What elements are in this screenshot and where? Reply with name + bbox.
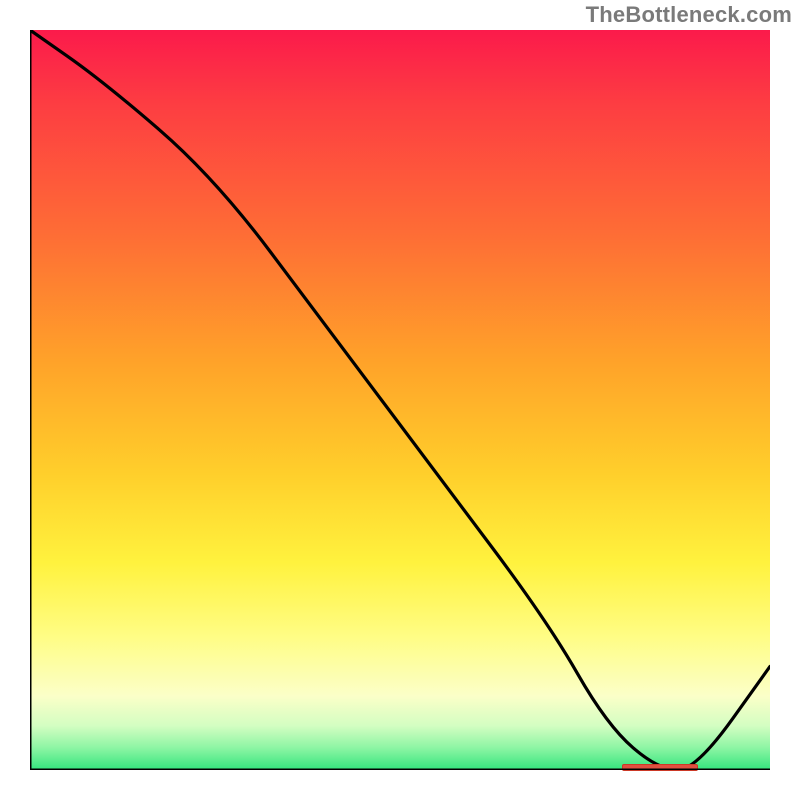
heat-gradient-background — [30, 30, 770, 770]
chart-container: TheBottleneck.com — [0, 0, 800, 800]
watermark-text: TheBottleneck.com — [586, 2, 792, 28]
optimal-range-marker — [622, 764, 698, 771]
